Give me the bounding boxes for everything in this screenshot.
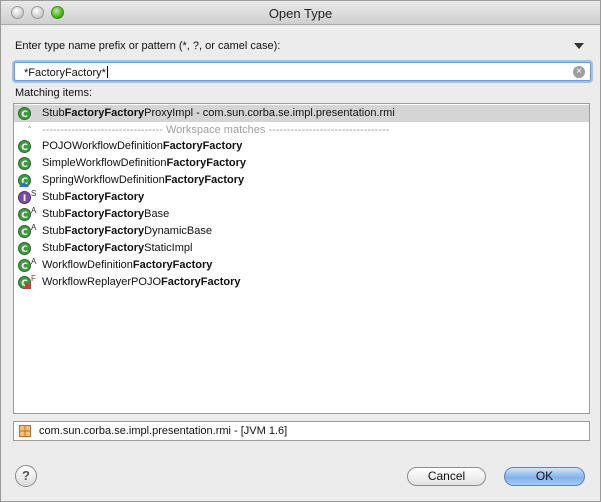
list-item-label: WorkflowDefinitionFactoryFactory	[42, 259, 213, 271]
clear-search-icon[interactable]: ×	[573, 66, 585, 78]
list-item[interactable]: C A WorkflowDefinitionFactoryFactory	[14, 257, 589, 274]
modifier-badge-icon: S	[31, 189, 37, 198]
list-item[interactable]: I S StubFactoryFactory	[14, 189, 589, 206]
modifier-badge-icon: A	[31, 206, 37, 215]
open-type-dialog: Open Type Enter type name prefix or patt…	[0, 0, 601, 502]
svg-text:I: I	[23, 194, 26, 204]
svg-text:C: C	[21, 110, 28, 120]
cancel-button[interactable]: Cancel	[407, 467, 486, 486]
list-item-label: StubFactoryFactoryDynamicBase	[42, 225, 212, 237]
matching-items-label: Matching items:	[15, 87, 93, 99]
class-icon: C	[18, 208, 31, 221]
svg-text:C: C	[21, 245, 28, 255]
help-button[interactable]: ?	[15, 465, 37, 487]
class-protected-icon: C	[18, 174, 31, 187]
type-search-input[interactable]: *FactoryFactory* ×	[14, 62, 591, 81]
list-item[interactable]: C F WorkflowReplayerPOJOFactoryFactory	[14, 274, 589, 291]
matching-items-list[interactable]: C StubFactoryFactoryProxyImpl - com.sun.c…	[13, 103, 590, 414]
list-item[interactable]: C StubFactoryFactoryStaticImpl	[14, 240, 589, 257]
history-list-item[interactable]: C StubFactoryFactoryProxyImpl - com.sun.c…	[14, 105, 589, 122]
list-item-label: POJOWorkflowDefinitionFactoryFactory	[42, 140, 243, 152]
list-item-label: StubFactoryFactoryBase	[42, 208, 170, 220]
class-icon: C	[18, 157, 31, 170]
list-item-label: StubFactoryFactoryStaticImpl	[42, 242, 193, 254]
list-item[interactable]: C POJOWorkflowDefinitionFactoryFactory	[14, 138, 589, 155]
class-icon: C	[18, 225, 31, 238]
title-bar: Open Type	[1, 1, 600, 25]
text-caret	[106, 66, 108, 78]
window-title: Open Type	[268, 6, 333, 21]
class-icon: C	[18, 242, 31, 255]
svg-text:C: C	[21, 211, 28, 221]
class-icon: C	[18, 107, 31, 120]
selection-status-bar: com.sun.corba.se.impl.presentation.rmi -…	[13, 421, 590, 441]
svg-text:C: C	[21, 228, 28, 238]
list-item-label: SimpleWorkflowDefinitionFactoryFactory	[42, 157, 246, 169]
list-item-label: StubFactoryFactory	[42, 191, 145, 203]
class-icon: C	[18, 140, 31, 153]
workspace-matches-separator: ⌃ --------------------------------- Works…	[14, 122, 589, 139]
list-item[interactable]: C SimpleWorkflowDefinitionFactoryFactory	[14, 155, 589, 172]
separator-label: --------------------------------- Worksp…	[42, 124, 390, 136]
class-private-icon: C	[18, 276, 31, 289]
modifier-badge-icon: F	[31, 274, 36, 283]
list-item-label: WorkflowReplayerPOJOFactoryFactory	[42, 276, 241, 288]
selection-status-text: com.sun.corba.se.impl.presentation.rmi -…	[39, 425, 288, 437]
svg-text:C: C	[21, 143, 28, 153]
list-item[interactable]: C A StubFactoryFactoryBase	[14, 206, 589, 223]
list-item[interactable]: C A StubFactoryFactoryDynamicBase	[14, 223, 589, 240]
interface-icon: I	[18, 191, 31, 204]
search-prompt-label: Enter type name prefix or pattern (*, ?,…	[15, 40, 281, 52]
modifier-badge-icon: A	[31, 223, 37, 232]
class-icon: C	[18, 259, 31, 272]
package-icon	[19, 425, 31, 437]
list-item[interactable]: C SpringWorkflowDefinitionFactoryFactory	[14, 172, 589, 189]
separator-caret-icon: ⌃	[26, 125, 33, 134]
svg-text:C: C	[21, 262, 28, 272]
view-menu-chevron-down-icon[interactable]	[574, 43, 584, 49]
modifier-badge-icon: A	[31, 257, 37, 266]
svg-text:C: C	[21, 160, 28, 170]
list-item-label: SpringWorkflowDefinitionFactoryFactory	[42, 174, 245, 186]
ok-button[interactable]: OK	[504, 467, 585, 486]
search-input-value: *FactoryFactory*	[24, 67, 106, 79]
list-item-label: StubFactoryFactoryProxyImpl - com.sun.co…	[42, 107, 395, 119]
